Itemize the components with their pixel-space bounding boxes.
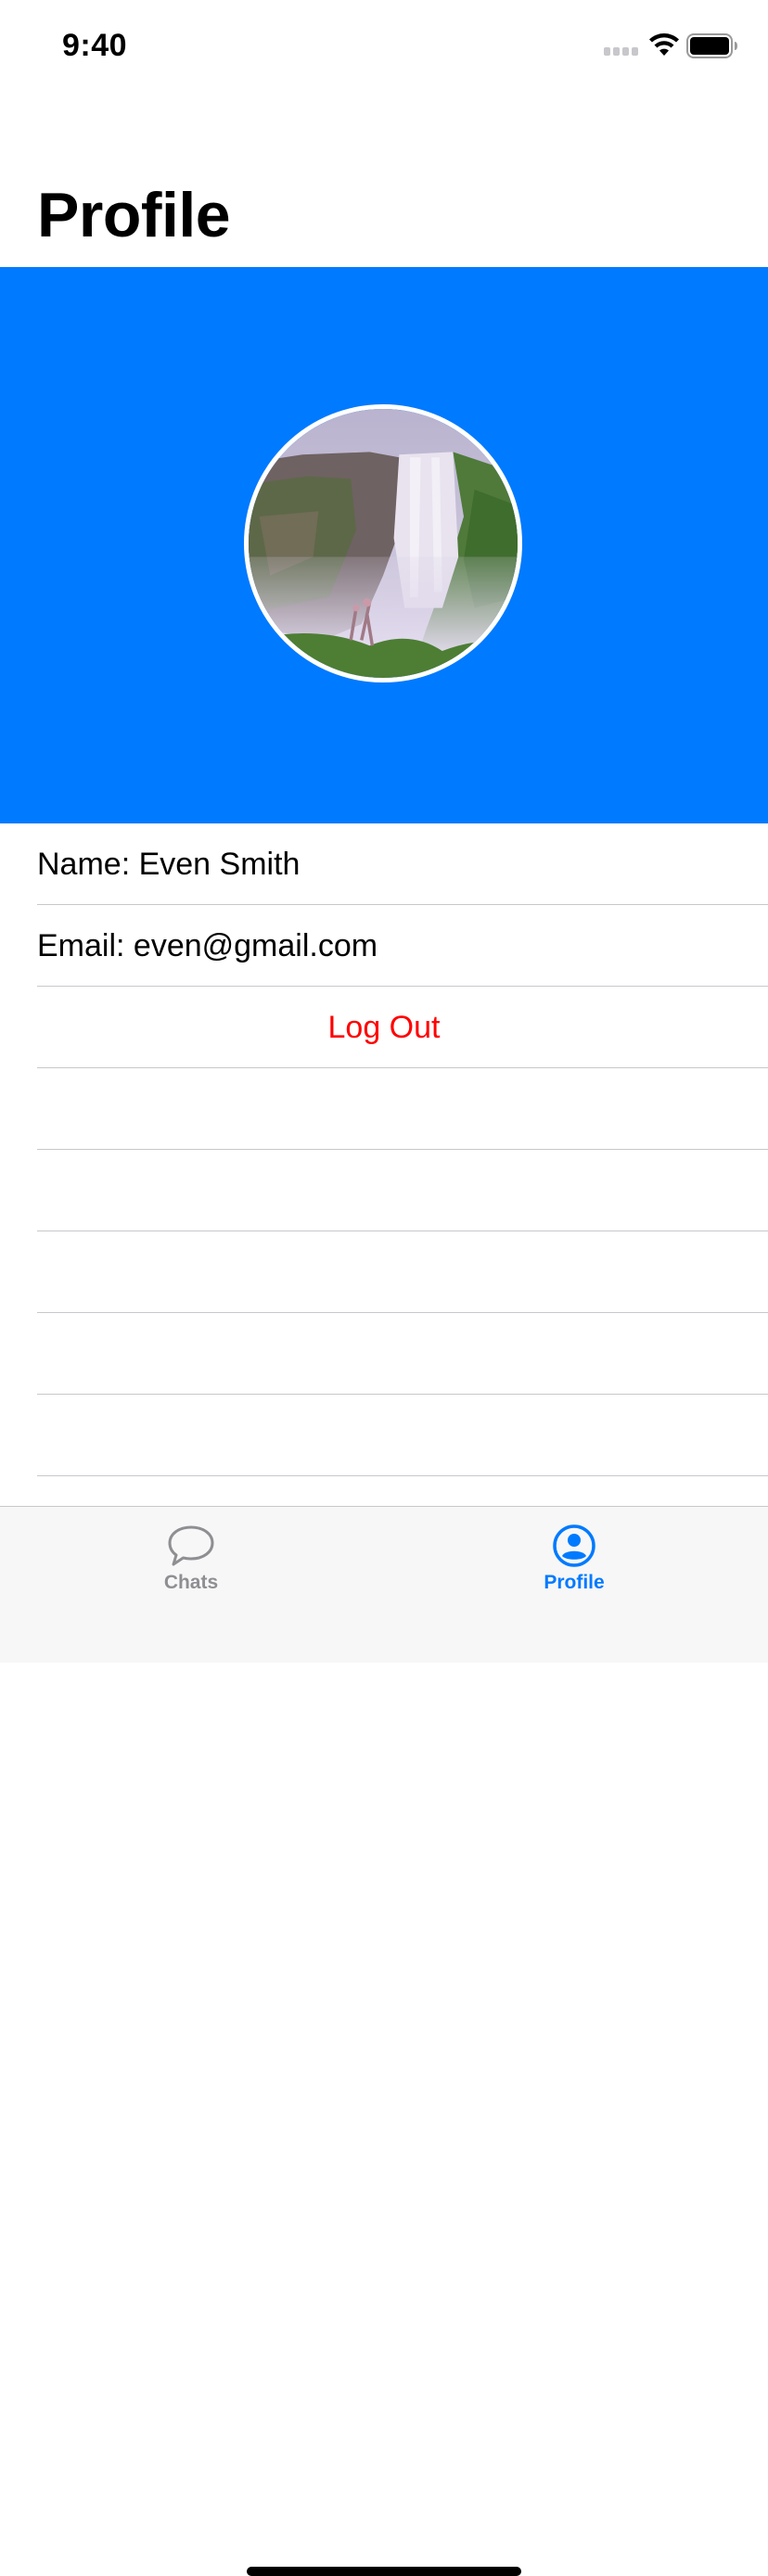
cellular-signal-icon (604, 47, 638, 56)
empty-row (0, 1231, 768, 1313)
avatar[interactable] (244, 404, 522, 682)
status-bar: 9:40 (0, 0, 768, 93)
battery-icon (686, 33, 737, 58)
home-indicator[interactable] (247, 2567, 521, 2576)
email-label: Email: even@gmail.com (37, 927, 378, 963)
profile-list: Name: Even Smith Email: even@gmail.com L… (0, 823, 768, 1476)
name-row[interactable]: Name: Even Smith (0, 823, 768, 905)
person-circle-icon (553, 1524, 595, 1567)
tab-chats-label: Chats (163, 1572, 219, 1593)
tab-profile[interactable]: Profile (509, 1524, 639, 1594)
status-time: 9:40 (62, 28, 128, 63)
empty-row (0, 1395, 768, 1476)
name-label: Name: Even Smith (37, 846, 301, 882)
empty-row (0, 1150, 768, 1231)
wifi-icon (649, 33, 679, 56)
log-out-button[interactable]: Log Out (0, 987, 768, 1068)
page-title: Profile (37, 180, 231, 250)
log-out-label: Log Out (327, 1009, 441, 1045)
tab-chats[interactable]: Chats (126, 1524, 256, 1594)
tab-profile-label: Profile (544, 1572, 605, 1593)
tab-bar: Chats Profile (0, 1506, 768, 2576)
empty-row (0, 1313, 768, 1395)
email-row[interactable]: Email: even@gmail.com (0, 905, 768, 987)
profile-header-banner (0, 267, 768, 823)
empty-row (0, 1068, 768, 1150)
chat-bubble-icon (168, 1525, 214, 1566)
waterfall-photo (249, 409, 518, 678)
